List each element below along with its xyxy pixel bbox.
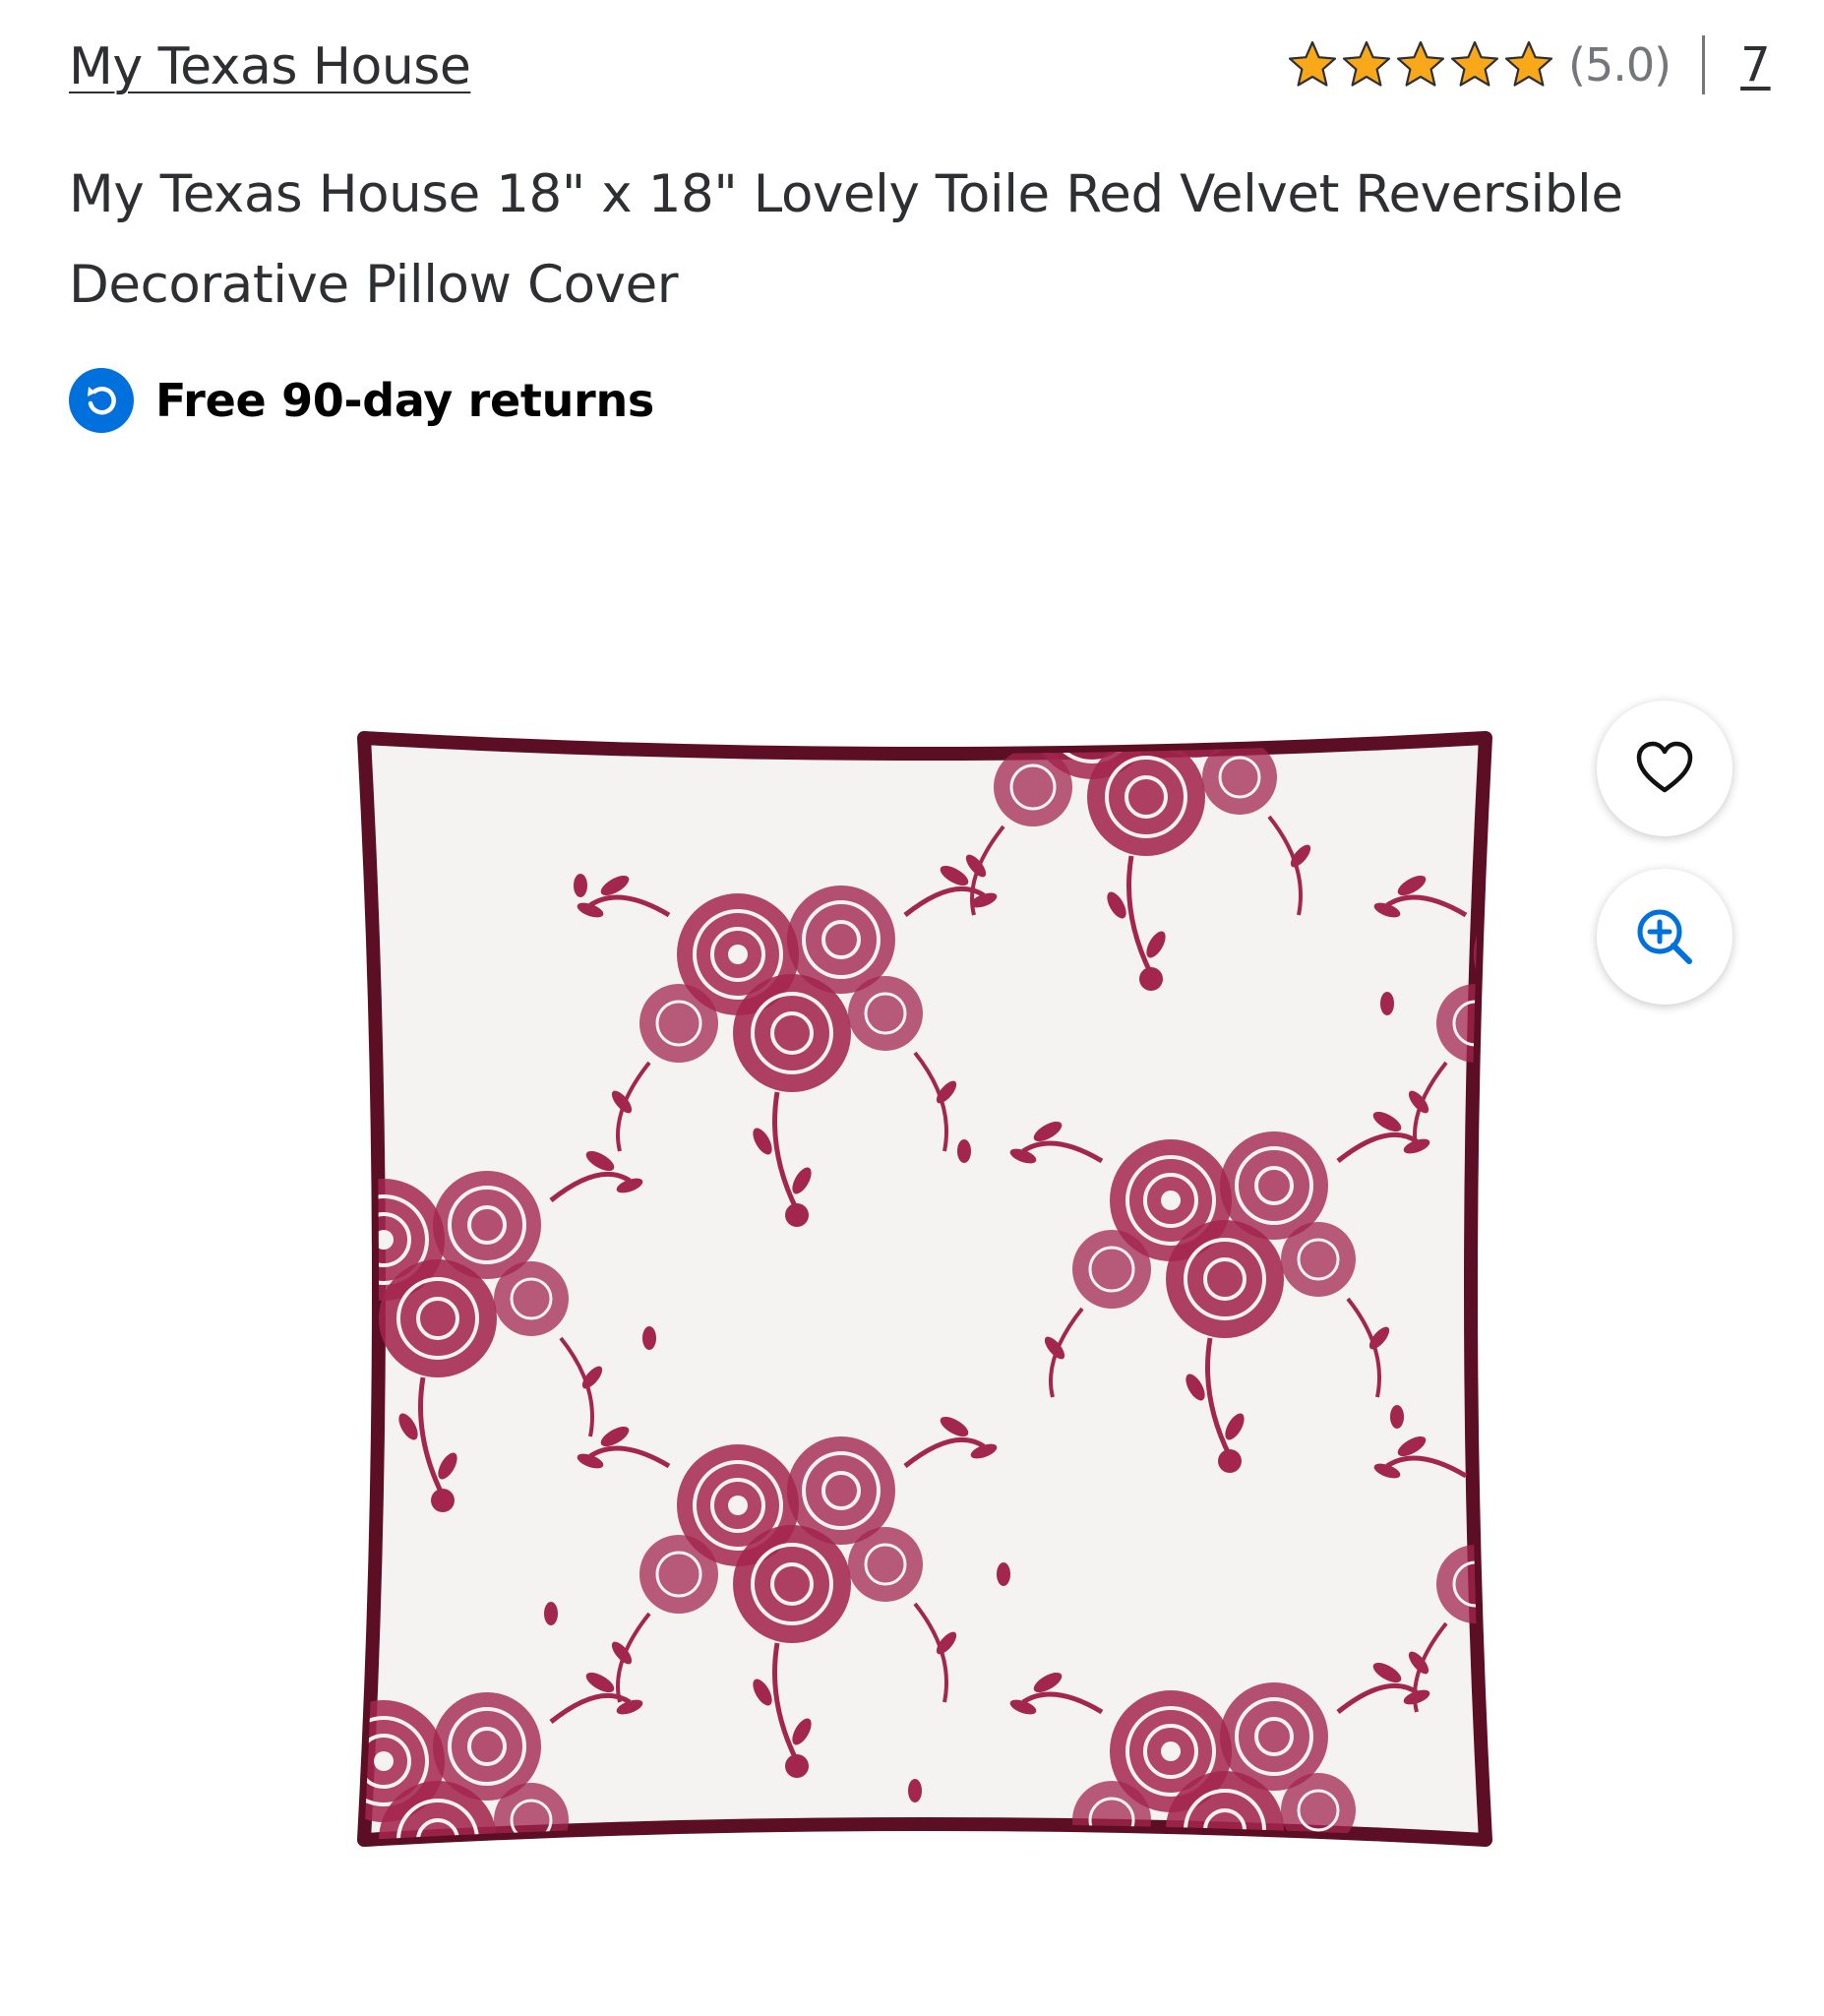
star-icon — [1450, 40, 1499, 87]
star-icon — [1288, 40, 1337, 87]
star-icon — [1504, 40, 1553, 87]
heart-icon — [1636, 741, 1693, 793]
brand-link[interactable]: My Texas House — [69, 35, 471, 98]
star-icon — [1396, 40, 1445, 87]
zoom-button[interactable] — [1597, 869, 1733, 1005]
product-title: My Texas House 18" x 18" Lovely Toile Re… — [69, 164, 1623, 315]
zoom-in-icon — [1637, 909, 1692, 964]
review-count-link[interactable]: 7 — [1740, 37, 1771, 92]
rating-stars — [1287, 39, 1554, 91]
returns-icon — [69, 368, 134, 433]
rating-summary[interactable]: (5.0) 7 — [1287, 30, 1771, 100]
favorite-button[interactable] — [1597, 701, 1733, 836]
returns-label: Free 90-day returns — [155, 374, 654, 427]
free-returns-badge: Free 90-day returns — [69, 368, 654, 433]
rating-value: (5.0) — [1568, 38, 1672, 92]
star-icon — [1342, 40, 1391, 87]
product-image[interactable] — [325, 708, 1525, 1869]
rating-divider — [1702, 35, 1706, 94]
